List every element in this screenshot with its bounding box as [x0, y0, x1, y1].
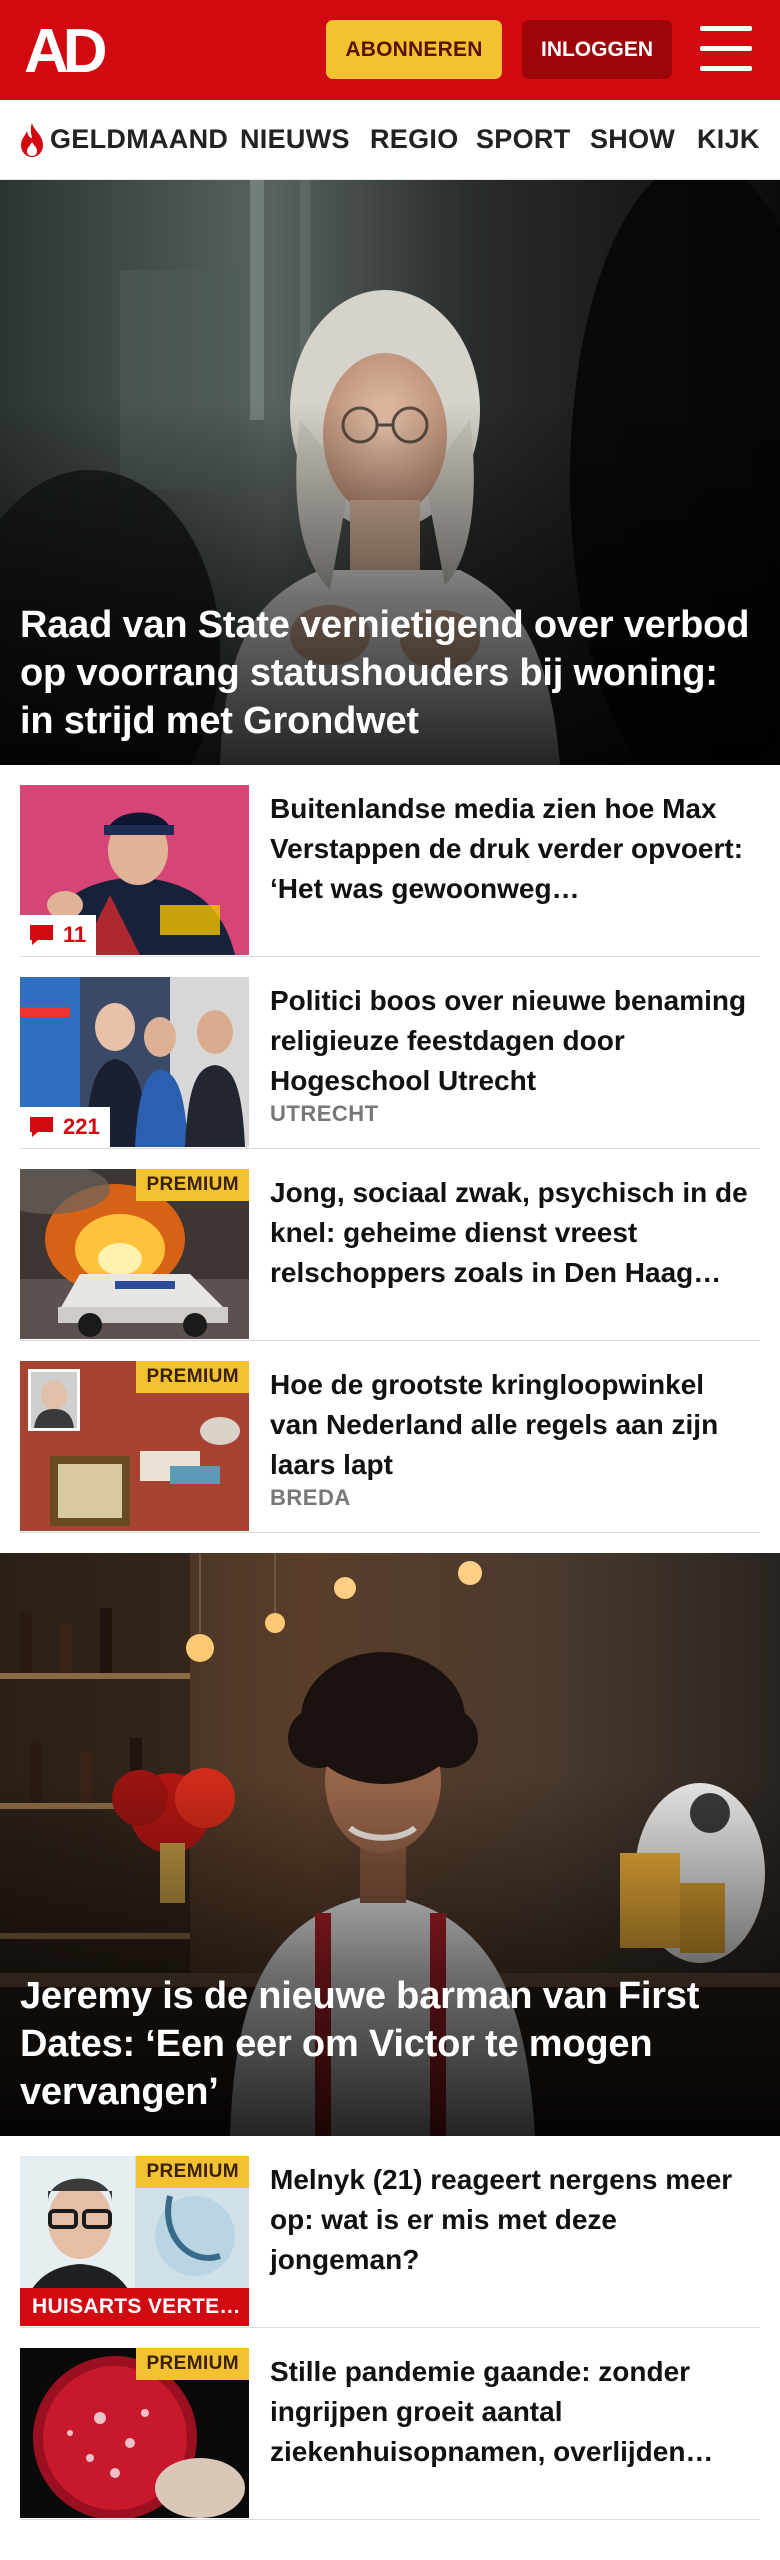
premium-badge: PREMIUM — [136, 1169, 249, 1201]
logo-text: AD — [24, 22, 106, 78]
hamburger-menu-icon[interactable] — [700, 26, 752, 72]
thumbnail-huisarts: PREMIUM HUISARTS VERTE… — [20, 2156, 249, 2326]
article-title[interactable]: Melnyk (21) reageert nergens meer op: wa… — [270, 2160, 760, 2280]
nav-item-geldmaand[interactable]: GELDMAAND — [50, 124, 228, 155]
flame-icon — [21, 123, 43, 157]
comment-count-value: 221 — [63, 1114, 100, 1139]
subscribe-button[interactable]: ABONNEREN — [326, 20, 502, 79]
article-verstappen[interactable]: 11 Buitenlandse media zien hoe Max Verst… — [20, 765, 760, 957]
top-bar: AD ABONNEREN INLOGGEN — [0, 0, 780, 100]
comment-count-value: 11 — [63, 922, 87, 947]
nav-item-kijk[interactable]: KIJK — [697, 124, 760, 155]
article-geheime-dienst[interactable]: PREMIUM Jong, sociaal zwak, psychisch in… — [20, 1149, 760, 1341]
article-kringloopwinkel[interactable]: PREMIUM Hoe de grootste kringloopwinkel … — [20, 1341, 760, 1533]
comment-bubble-icon — [30, 925, 53, 945]
hero-article-first-dates[interactable]: Jeremy is de nieuwe barman van First Dat… — [0, 1553, 780, 2136]
article-title[interactable]: Buitenlandse media zien hoe Max Verstapp… — [270, 789, 760, 909]
article-title[interactable]: Politici boos over nieuwe benaming relig… — [270, 981, 760, 1101]
article-title[interactable]: Stille pandemie gaande: zonder ingrijpen… — [270, 2352, 760, 2472]
article-stille-pandemie[interactable]: PREMIUM Stille pandemie gaande: zonder i… — [20, 2328, 760, 2520]
thumbnail-burning-car: PREMIUM — [20, 1169, 249, 1339]
login-button[interactable]: INLOGGEN — [522, 20, 672, 79]
hero-title[interactable]: Raad van State vernietigend over verbod … — [20, 601, 760, 745]
thumbnail-kringloop: PREMIUM — [20, 1361, 249, 1531]
article-title[interactable]: Jong, sociaal zwak, psychisch in de knel… — [270, 1173, 760, 1293]
article-region-label[interactable]: BREDA — [270, 1485, 351, 1511]
article-region-label[interactable]: UTRECHT — [270, 1101, 379, 1127]
hero-article-raad-van-state[interactable]: Raad van State vernietigend over verbod … — [0, 180, 780, 765]
premium-badge: PREMIUM — [136, 2348, 249, 2380]
nav-item-sport[interactable]: SPORT — [476, 124, 571, 155]
premium-badge: PREMIUM — [136, 2156, 249, 2188]
nav-item-show[interactable]: SHOW — [590, 124, 675, 155]
article-hogeschool-utrecht[interactable]: 221 Politici boos over nieuwe benaming r… — [20, 957, 760, 1149]
thumbnail-petri-dish: PREMIUM — [20, 2348, 249, 2518]
nav-item-nieuws[interactable]: NIEUWS — [240, 124, 350, 155]
comment-bubble-icon — [30, 1117, 53, 1137]
article-melnyk[interactable]: PREMIUM HUISARTS VERTE… Melnyk (21) reag… — [20, 2136, 760, 2328]
column-label: HUISARTS VERTE… — [20, 2288, 249, 2326]
article-title[interactable]: Hoe de grootste kringloopwinkel van Nede… — [270, 1365, 760, 1485]
section-nav: GELDMAAND NIEUWS REGIO SPORT SHOW KIJK — [0, 100, 780, 180]
ad-logo[interactable]: AD — [24, 22, 116, 78]
nav-item-regio[interactable]: REGIO — [370, 124, 459, 155]
comment-count[interactable]: 11 — [20, 915, 97, 955]
premium-badge: PREMIUM — [136, 1361, 249, 1393]
hero-title[interactable]: Jeremy is de nieuwe barman van First Dat… — [20, 1972, 760, 2116]
comment-count[interactable]: 221 — [20, 1107, 110, 1147]
